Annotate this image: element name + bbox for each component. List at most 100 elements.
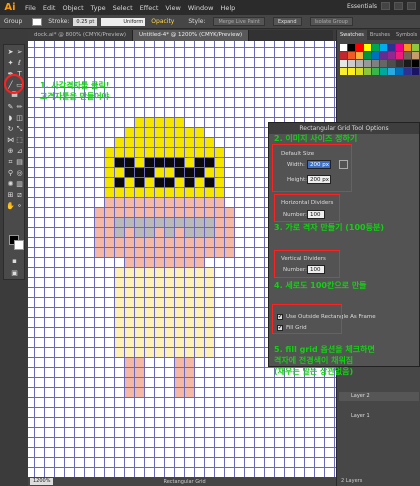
color-swatch[interactable] — [340, 68, 347, 75]
color-swatch[interactable] — [380, 44, 387, 51]
workspace-switcher[interactable]: Essentials — [347, 3, 377, 10]
color-swatch[interactable] — [340, 60, 347, 67]
rotate-tool-icon[interactable]: ↻ — [6, 125, 15, 134]
column-graph-tool-icon[interactable]: ▥ — [15, 180, 24, 189]
color-mode-icon[interactable]: ▪ — [10, 257, 19, 266]
color-swatch[interactable] — [396, 68, 403, 75]
vertical-highlight-box — [274, 250, 340, 278]
color-swatch[interactable] — [348, 68, 355, 75]
color-swatch[interactable] — [388, 60, 395, 67]
pencil-tool-icon[interactable]: ✏ — [15, 103, 24, 112]
close-button[interactable] — [407, 2, 416, 10]
color-swatch[interactable] — [412, 60, 419, 67]
color-swatch[interactable] — [372, 52, 379, 59]
color-swatch[interactable] — [380, 68, 387, 75]
layer-row-layer-2[interactable]: Layer 2 — [339, 392, 419, 401]
stroke-profile-select[interactable]: Uniform — [101, 17, 146, 26]
width-tool-icon[interactable]: ⋈ — [6, 136, 15, 145]
color-swatch[interactable] — [340, 52, 347, 59]
color-swatch[interactable] — [396, 52, 403, 59]
menu-effect[interactable]: Effect — [140, 4, 159, 12]
menu-type[interactable]: Type — [91, 4, 106, 12]
menu-select[interactable]: Select — [113, 4, 133, 12]
color-swatch[interactable] — [364, 44, 371, 51]
hand-tool-icon[interactable]: ✋ — [6, 202, 15, 211]
color-swatch[interactable] — [380, 60, 387, 67]
menu-view[interactable]: View — [165, 4, 180, 12]
zoom-level-field[interactable]: 1200% — [30, 478, 54, 485]
merge-live-paint-button[interactable]: Merge Live Paint — [213, 17, 265, 26]
menu-object[interactable]: Object — [62, 4, 83, 12]
color-swatch[interactable] — [348, 52, 355, 59]
scale-tool-icon[interactable]: ⤡ — [15, 125, 24, 134]
isolate-group-button[interactable]: Isolate Group — [309, 17, 353, 26]
color-swatch[interactable] — [388, 68, 395, 75]
fill-swatch[interactable] — [32, 17, 43, 26]
tab-untitled-4[interactable]: Untitled-4* @ 1200% (CMYK/Preview) — [133, 30, 250, 41]
direct-selection-tool-icon[interactable]: ➢ — [15, 48, 24, 57]
color-swatch[interactable] — [412, 44, 419, 51]
layer-row-layer-1[interactable]: Layer 1 — [339, 412, 419, 421]
color-swatch[interactable] — [356, 68, 363, 75]
slice-tool-icon[interactable]: ⧄ — [15, 191, 24, 200]
tab-swatches[interactable]: Swatches — [337, 30, 367, 40]
expand-button[interactable]: Expand — [272, 17, 302, 26]
opacity-label[interactable]: Opacity — [151, 18, 174, 25]
color-swatch[interactable] — [372, 44, 379, 51]
zoom-tool-icon[interactable]: ⚬ — [15, 202, 24, 211]
selection-tool-icon[interactable]: ➤ — [6, 48, 15, 57]
selection-type-label: Group — [4, 18, 23, 25]
color-swatch[interactable] — [356, 52, 363, 59]
color-swatch[interactable] — [356, 60, 363, 67]
maximize-button[interactable] — [394, 2, 403, 10]
color-swatch[interactable] — [364, 68, 371, 75]
color-swatch[interactable] — [388, 52, 395, 59]
blend-tool-icon[interactable]: ◎ — [15, 169, 24, 178]
lasso-tool-icon[interactable]: ℓ — [15, 59, 24, 68]
color-swatch[interactable] — [404, 68, 411, 75]
color-swatch[interactable] — [380, 52, 387, 59]
color-swatch[interactable] — [412, 52, 419, 59]
tab-dock[interactable]: dock.ai* @ 800% (CMYK/Preview) — [28, 30, 134, 41]
color-swatch[interactable] — [388, 44, 395, 51]
eraser-tool-icon[interactable]: ◫ — [15, 114, 24, 123]
symbol-sprayer-tool-icon[interactable]: ✺ — [6, 180, 15, 189]
color-swatch[interactable] — [372, 60, 379, 67]
menu-edit[interactable]: Edit — [43, 4, 56, 12]
tab-brushes[interactable]: Brushes — [367, 30, 393, 40]
color-swatch[interactable] — [372, 68, 379, 75]
magic-wand-tool-icon[interactable]: ✦ — [6, 59, 15, 68]
color-swatch[interactable] — [412, 68, 419, 75]
color-swatch[interactable] — [396, 44, 403, 51]
gradient-tool-icon[interactable]: ▤ — [15, 158, 24, 167]
color-swatch[interactable] — [348, 60, 355, 67]
color-swatch[interactable] — [396, 60, 403, 67]
current-tool-label: Rectangular Grid — [163, 478, 206, 485]
color-swatch[interactable] — [356, 44, 363, 51]
menu-help[interactable]: Help — [220, 4, 235, 12]
annotation-step-5-line-3: (채우는 말든 상관없음) — [274, 367, 354, 376]
color-swatch[interactable] — [404, 60, 411, 67]
color-swatch[interactable] — [364, 60, 371, 67]
color-swatch[interactable] — [348, 44, 355, 51]
paintbrush-tool-icon[interactable]: ✎ — [6, 103, 15, 112]
stroke-label[interactable]: Stroke: — [48, 18, 69, 25]
color-swatch[interactable] — [364, 52, 371, 59]
menu-file[interactable]: File — [25, 4, 36, 12]
mesh-tool-icon[interactable]: ⌗ — [6, 158, 15, 167]
screen-mode-icon[interactable]: ▣ — [10, 269, 19, 278]
color-swatch[interactable] — [404, 52, 411, 59]
blob-brush-tool-icon[interactable]: ◗ — [6, 114, 15, 123]
free-transform-tool-icon[interactable]: ⬚ — [15, 136, 24, 145]
tab-symbols[interactable]: Symbols — [393, 30, 420, 40]
artboard-tool-icon[interactable]: ⊞ — [6, 191, 15, 200]
stroke-color-swatch[interactable] — [14, 240, 24, 250]
color-swatch[interactable] — [404, 44, 411, 51]
eyedropper-tool-icon[interactable]: ⚲ — [6, 169, 15, 178]
perspective-grid-tool-icon[interactable]: ⊿ — [15, 147, 24, 156]
minimize-button[interactable] — [381, 2, 390, 10]
menu-window[interactable]: Window — [188, 4, 214, 12]
stroke-weight-field[interactable]: 0.25 pt — [73, 17, 98, 26]
shape-builder-tool-icon[interactable]: ⊕ — [6, 147, 15, 156]
color-swatch[interactable] — [340, 44, 347, 51]
